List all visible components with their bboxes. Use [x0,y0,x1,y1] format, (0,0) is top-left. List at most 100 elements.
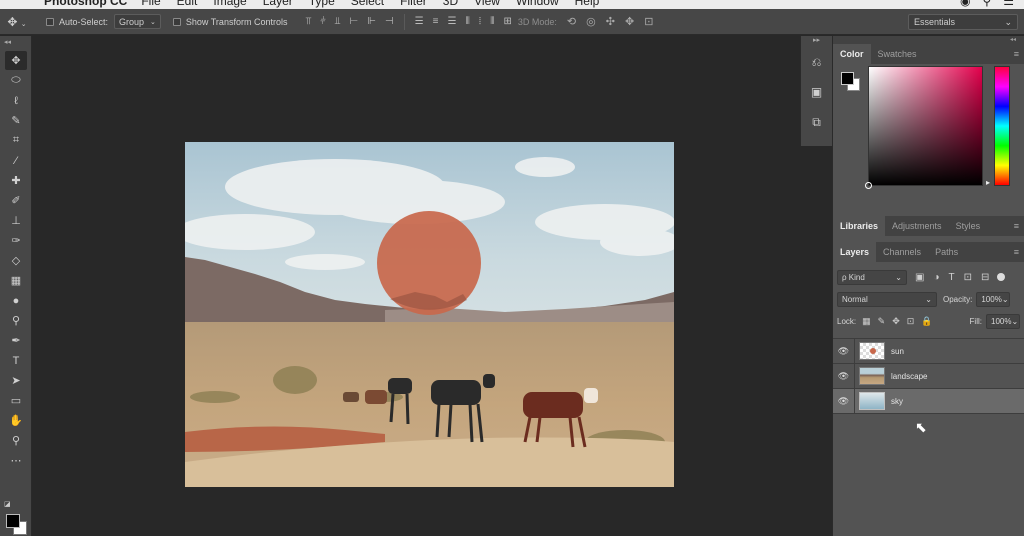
marquee-tool-icon[interactable]: ⬭ [5,71,27,90]
distribute-top-icon[interactable]: ☰ [415,16,424,27]
menu-image[interactable]: Image [213,0,246,8]
distribute-bottom-icon[interactable]: ☰ [447,16,456,27]
menu-help[interactable]: Help [575,0,600,8]
gradient-tool-icon[interactable]: ▦ [5,271,27,290]
menu-window[interactable]: Window [516,0,559,8]
menu-layer[interactable]: Layer [263,0,293,8]
lock-position-icon[interactable]: ✥ [892,316,900,327]
panel-menu-icon[interactable]: ≡ [1014,49,1019,59]
roll-3d-icon[interactable]: ◎ [586,15,596,28]
move-tool-icon[interactable]: ✥ [5,51,27,70]
menu-filter[interactable]: Filter [400,0,427,8]
panel-menu-icon[interactable]: ≡ [1014,247,1019,257]
notification-icon[interactable]: ☰ [1003,0,1014,8]
layer-comps-icon[interactable]: ▣ [806,81,828,103]
panel-collapse-icon[interactable]: ◂◂ [0,36,31,50]
menu-type[interactable]: Type [309,0,335,8]
panel-grip-icon[interactable]: ◂◂ [833,36,1024,44]
hue-marker-icon[interactable]: ▸ [986,178,990,187]
distribute-hcenter-icon[interactable]: ⦙ [479,16,481,27]
align-bottom-icon[interactable]: ⫫ [335,16,341,27]
layer-name[interactable]: landscape [891,372,927,381]
orbit-3d-icon[interactable]: ⟲ [567,15,576,28]
color-swatches[interactable]: ◪ [4,500,28,535]
eyedropper-tool-icon[interactable]: ⁄ [5,151,27,170]
visibility-eye-icon[interactable]: 👁 [833,388,855,414]
distribute-vcenter-icon[interactable]: ≡ [433,16,439,27]
more-tools-icon[interactable]: ⋯ [5,451,27,470]
foreground-color-chip[interactable] [841,72,854,85]
distribute-right-icon[interactable]: ⦀ [490,16,494,27]
foreground-color-swatch[interactable] [6,514,20,528]
lasso-tool-icon[interactable]: ℓ [5,91,27,110]
brush-tool-icon[interactable]: ✐ [5,191,27,210]
drag-3d-icon[interactable]: ✣ [606,15,615,28]
layer-row-sky[interactable]: 👁 sky [833,388,1024,414]
app-name-menu[interactable]: Photoshop CC [44,0,127,8]
align-left-icon[interactable]: ⊢ [350,16,359,27]
history-icon[interactable]: ⎌ [806,51,828,73]
tab-libraries[interactable]: Libraries [833,216,886,236]
menu-edit[interactable]: Edit [177,0,198,8]
lock-artboard-icon[interactable]: ⊡ [907,316,915,327]
color-picker-field[interactable] [865,66,983,189]
tab-layers[interactable]: Layers [833,242,877,262]
tab-adjustments[interactable]: Adjustments [885,216,949,236]
lock-transparency-icon[interactable]: ▦ [862,316,871,327]
healing-brush-tool-icon[interactable]: ✚ [5,171,27,190]
shape-tool-icon[interactable]: ▭ [5,391,27,410]
document-canvas[interactable] [185,142,674,487]
slide-3d-icon[interactable]: ✥ [625,15,634,28]
canvas-area[interactable] [33,36,799,536]
type-tool-icon[interactable]: T [5,351,27,370]
align-vcenter-icon[interactable]: ⫩ [320,16,326,27]
filter-adjustment-icon[interactable]: ◑ [933,272,939,283]
hand-tool-icon[interactable]: ✋ [5,411,27,430]
lock-pixels-icon[interactable]: ✎ [878,316,886,327]
show-transform-checkbox[interactable] [172,17,181,26]
tab-styles[interactable]: Styles [949,216,988,236]
creative-cloud-icon[interactable]: ◉ [960,0,970,8]
quick-select-tool-icon[interactable]: ✎ [5,111,27,130]
auto-select-dropdown[interactable]: Group ⌄ [114,14,161,29]
move-icon[interactable]: ✥ ⌄ [0,15,34,29]
layer-row-landscape[interactable]: 👁 landscape [833,363,1024,389]
menu-view[interactable]: View [474,0,500,8]
zoom-tool-icon[interactable]: ⚲ [5,431,27,450]
filter-smart-object-icon[interactable]: ⊟ [981,272,989,283]
workspace-dropdown[interactable]: Essentials ⌄ [908,14,1018,30]
distribute-left-icon[interactable]: ⦀ [465,16,469,27]
align-right-icon[interactable]: ⊣ [385,16,394,27]
filter-type-icon[interactable]: T [949,272,955,283]
align-hcenter-icon[interactable]: ⊩ [367,16,376,27]
fill-field[interactable]: 100% ⌄ [986,313,1020,329]
default-colors-icon[interactable]: ◪ [4,500,11,508]
eraser-tool-icon[interactable]: ◇ [5,251,27,270]
filter-pixel-icon[interactable]: ▣ [915,272,924,283]
tab-swatches[interactable]: Swatches [871,44,924,64]
layer-row-sun[interactable]: 👁 sun [833,338,1024,364]
align-top-icon[interactable]: ⫪ [305,16,311,27]
menu-select[interactable]: Select [351,0,384,8]
dock-grip-icon[interactable]: ▸▸ [801,36,832,46]
tab-channels[interactable]: Channels [876,242,928,262]
spotlight-icon[interactable]: ⚲ [982,0,991,8]
menu-3d[interactable]: 3D [443,0,458,8]
filter-toggle-icon[interactable] [997,273,1006,281]
scale-3d-icon[interactable]: ⊡ [644,15,653,28]
clone-stamp-tool-icon[interactable]: ⊥ [5,211,27,230]
visibility-eye-icon[interactable]: 👁 [833,363,855,389]
properties-icon[interactable]: ⧉ [806,111,828,133]
history-brush-tool-icon[interactable]: ✑ [5,231,27,250]
layer-name[interactable]: sky [891,397,903,406]
blur-tool-icon[interactable]: ● [5,291,27,310]
picker-ring-icon[interactable] [865,182,872,189]
pen-tool-icon[interactable]: ✒ [5,331,27,350]
lock-all-icon[interactable]: 🔒 [921,316,932,327]
dodge-tool-icon[interactable]: ⚲ [5,311,27,330]
hue-slider[interactable] [994,66,1010,186]
tab-color[interactable]: Color [833,44,871,64]
tab-paths[interactable]: Paths [928,242,965,262]
layer-name[interactable]: sun [891,347,904,356]
crop-tool-icon[interactable]: ⌗ [5,131,27,150]
